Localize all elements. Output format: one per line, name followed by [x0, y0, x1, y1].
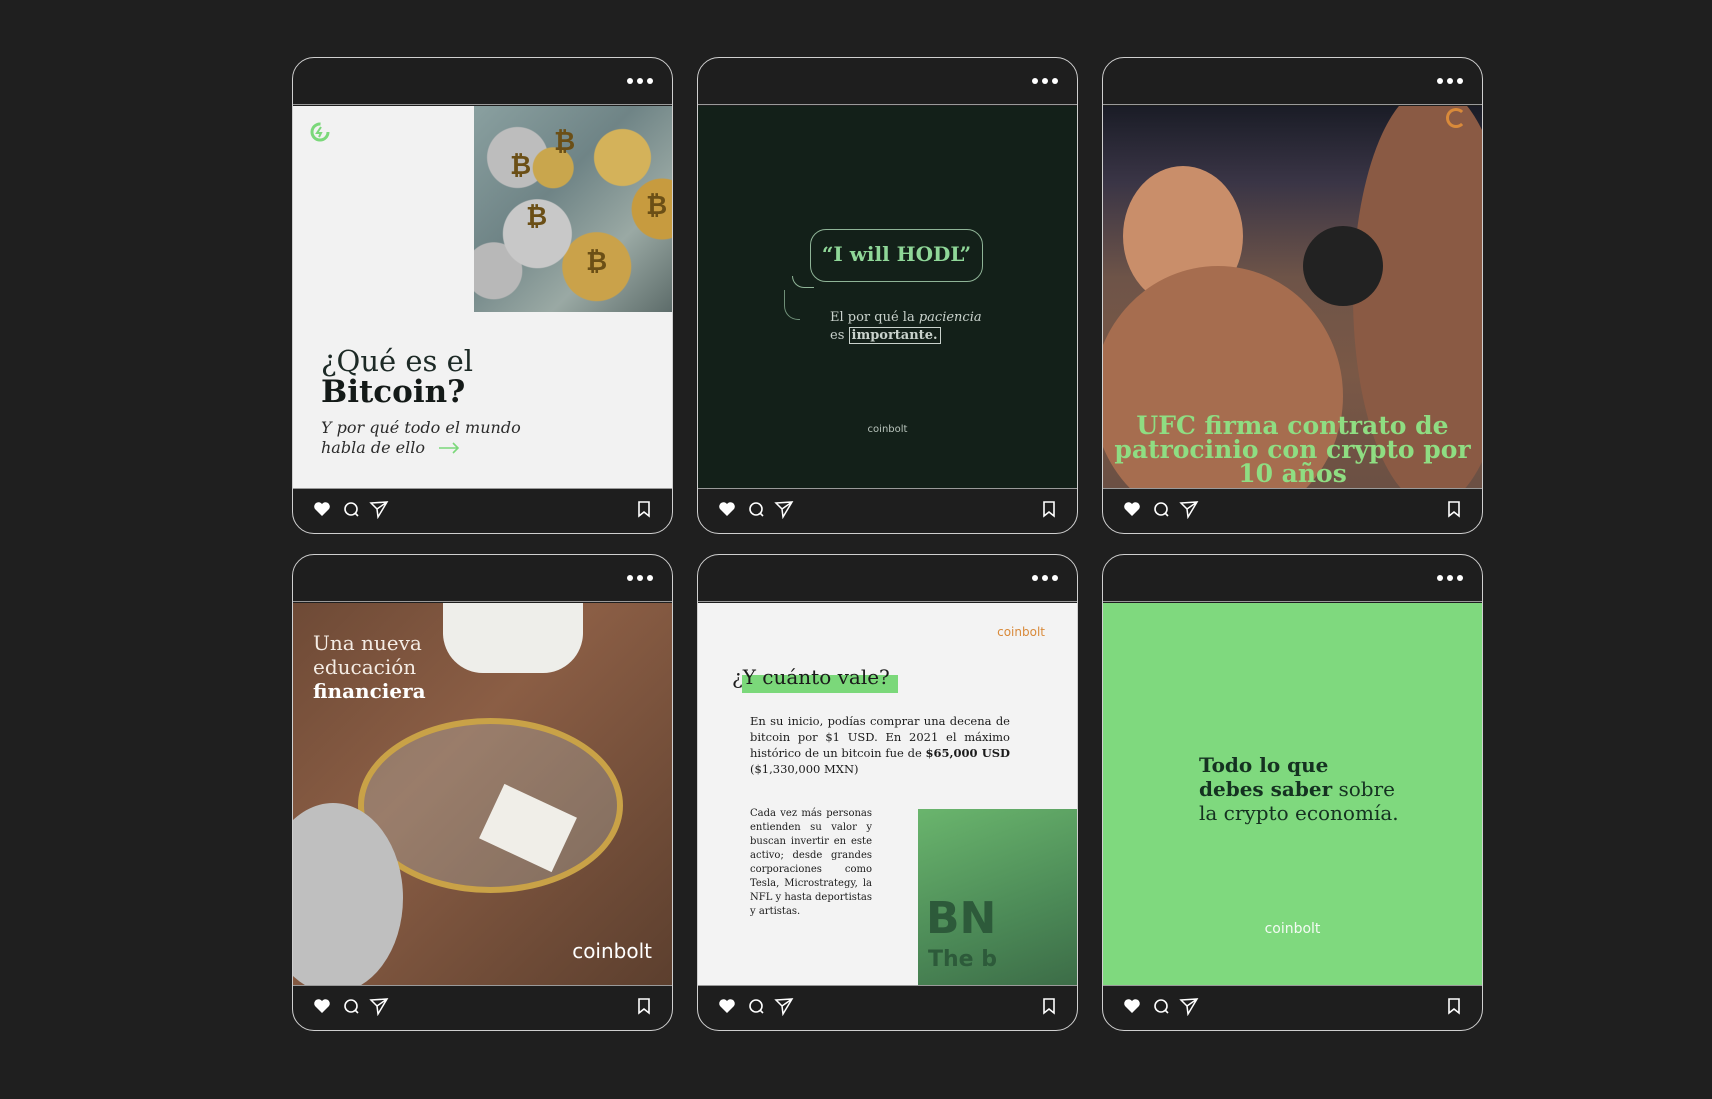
caption-emphasis: paciencia	[918, 310, 982, 325]
bookmark-icon[interactable]	[634, 499, 654, 519]
post-image[interactable]: Todo lo que debes saber sobre la crypto …	[1103, 603, 1482, 985]
post-card-education: Una nueva educación financiera coinbolt	[292, 554, 673, 1031]
share-icon[interactable]	[1179, 499, 1199, 519]
brand-wordmark: coinbolt	[997, 625, 1045, 639]
heart-icon[interactable]	[717, 996, 737, 1016]
comment-icon[interactable]	[1151, 996, 1171, 1016]
share-icon[interactable]	[369, 996, 389, 1016]
post-header	[1103, 555, 1482, 602]
share-icon[interactable]	[774, 996, 794, 1016]
coinbolt-logo-icon	[309, 121, 331, 147]
bookmark-icon[interactable]	[1444, 996, 1464, 1016]
bookmark-icon[interactable]	[1039, 499, 1059, 519]
photo-sign-text: BN	[926, 893, 997, 944]
post-title: Una nueva educación	[313, 631, 422, 679]
bookmark-icon[interactable]	[1039, 996, 1059, 1016]
more-options-icon[interactable]	[627, 575, 653, 581]
post-headline: UFC firma contrato de patrocinio con cry…	[1114, 411, 1471, 488]
caption-highlight: importante.	[848, 327, 941, 344]
post-header	[293, 58, 672, 105]
title-line-3: financiera	[313, 679, 426, 703]
post-actions	[1103, 985, 1482, 1030]
comment-icon[interactable]	[341, 996, 361, 1016]
bookmark-icon[interactable]	[1444, 499, 1464, 519]
quote-text: “I will HODL”	[821, 242, 972, 266]
more-options-icon[interactable]	[1032, 78, 1058, 84]
photo-sign-text-2: The b	[928, 947, 997, 972]
subtitle-line-2: habla de ello	[321, 438, 425, 457]
comment-icon[interactable]	[746, 499, 766, 519]
more-options-icon[interactable]	[1032, 575, 1058, 581]
caption-line-2: es importante.	[830, 327, 941, 344]
heart-icon[interactable]	[312, 499, 332, 519]
post-image[interactable]: ₿ ₿ ₿ ₿ ₿ ¿Qué es el Bitcoin? Y por qué …	[293, 106, 672, 488]
comment-icon[interactable]	[746, 996, 766, 1016]
post-card-crypto-economy: Todo lo que debes saber sobre la crypto …	[1102, 554, 1483, 1031]
bitcoin-coins-photo: ₿ ₿ ₿ ₿ ₿	[474, 106, 672, 312]
statement-bold: Todo lo que debes saber	[1199, 753, 1333, 801]
caption-line-1: El por qué la paciencia	[830, 310, 982, 325]
brand-wordmark: coinbolt	[572, 939, 652, 963]
post-actions	[698, 985, 1077, 1030]
title-line-1: Una nueva	[313, 631, 422, 655]
brand-wordmark: coinbolt	[867, 424, 908, 435]
advisor-photo	[443, 603, 583, 673]
post-actions	[293, 985, 672, 1030]
more-options-icon[interactable]	[1437, 78, 1463, 84]
post-header	[698, 555, 1077, 602]
post-statement: Todo lo que debes saber sobre la crypto …	[1199, 753, 1399, 825]
post-title-bold: Bitcoin?	[321, 374, 466, 410]
body-paragraph-2: Cada vez más personas entienden su valor…	[750, 808, 873, 917]
heart-icon[interactable]	[1122, 499, 1142, 519]
body-paragraph-1: En su inicio, podías comprar una decena …	[750, 714, 1011, 776]
post-card-ufc: UFC firma contrato de patrocinio con cry…	[1102, 57, 1483, 534]
post-actions	[1103, 488, 1482, 533]
speech-bubble-tail	[792, 276, 814, 288]
speech-bubble: “I will HODL”	[810, 229, 983, 282]
heart-icon[interactable]	[717, 499, 737, 519]
post-card-value: coinbolt ¿Y cuánto vale? En su inicio, p…	[697, 554, 1078, 1031]
post-header	[1103, 58, 1482, 105]
arrow-right-icon	[438, 439, 460, 459]
tennis-player-photo: BN The b	[918, 809, 1077, 985]
post-header	[698, 58, 1077, 105]
decorative-curve	[784, 290, 800, 320]
post-image[interactable]: UFC firma contrato de patrocinio con cry…	[1103, 106, 1482, 488]
post-subtitle: Y por qué todo el mundo habla de ello	[321, 418, 521, 459]
post-actions	[698, 488, 1077, 533]
comment-icon[interactable]	[1151, 499, 1171, 519]
post-image[interactable]: “I will HODL” El por qué la paciencia es…	[698, 106, 1077, 488]
share-icon[interactable]	[1179, 996, 1199, 1016]
post-header	[293, 555, 672, 602]
subtitle-line-1: Y por qué todo el mundo	[321, 418, 521, 437]
heart-icon[interactable]	[1122, 996, 1142, 1016]
share-icon[interactable]	[774, 499, 794, 519]
glove-photo	[1303, 226, 1383, 306]
post-image[interactable]: Una nueva educación financiera coinbolt	[293, 603, 672, 985]
post-heading: ¿Y cuánto vale?	[732, 665, 890, 689]
price-highlight: $65,000 USD	[925, 746, 1011, 760]
coinbolt-logo-icon	[1446, 108, 1466, 128]
post-actions	[293, 488, 672, 533]
more-options-icon[interactable]	[627, 78, 653, 84]
share-icon[interactable]	[369, 499, 389, 519]
more-options-icon[interactable]	[1437, 575, 1463, 581]
comment-icon[interactable]	[341, 499, 361, 519]
title-line-2: educación	[313, 655, 417, 679]
post-card-bitcoin: ₿ ₿ ₿ ₿ ₿ ¿Qué es el Bitcoin? Y por qué …	[292, 57, 673, 534]
bookmark-icon[interactable]	[634, 996, 654, 1016]
brand-wordmark: coinbolt	[1264, 921, 1321, 937]
post-image[interactable]: coinbolt ¿Y cuánto vale? En su inicio, p…	[698, 603, 1077, 985]
post-card-hodl: “I will HODL” El por qué la paciencia es…	[697, 57, 1078, 534]
heart-icon[interactable]	[312, 996, 332, 1016]
post-title-light: ¿Qué es el	[321, 344, 474, 378]
